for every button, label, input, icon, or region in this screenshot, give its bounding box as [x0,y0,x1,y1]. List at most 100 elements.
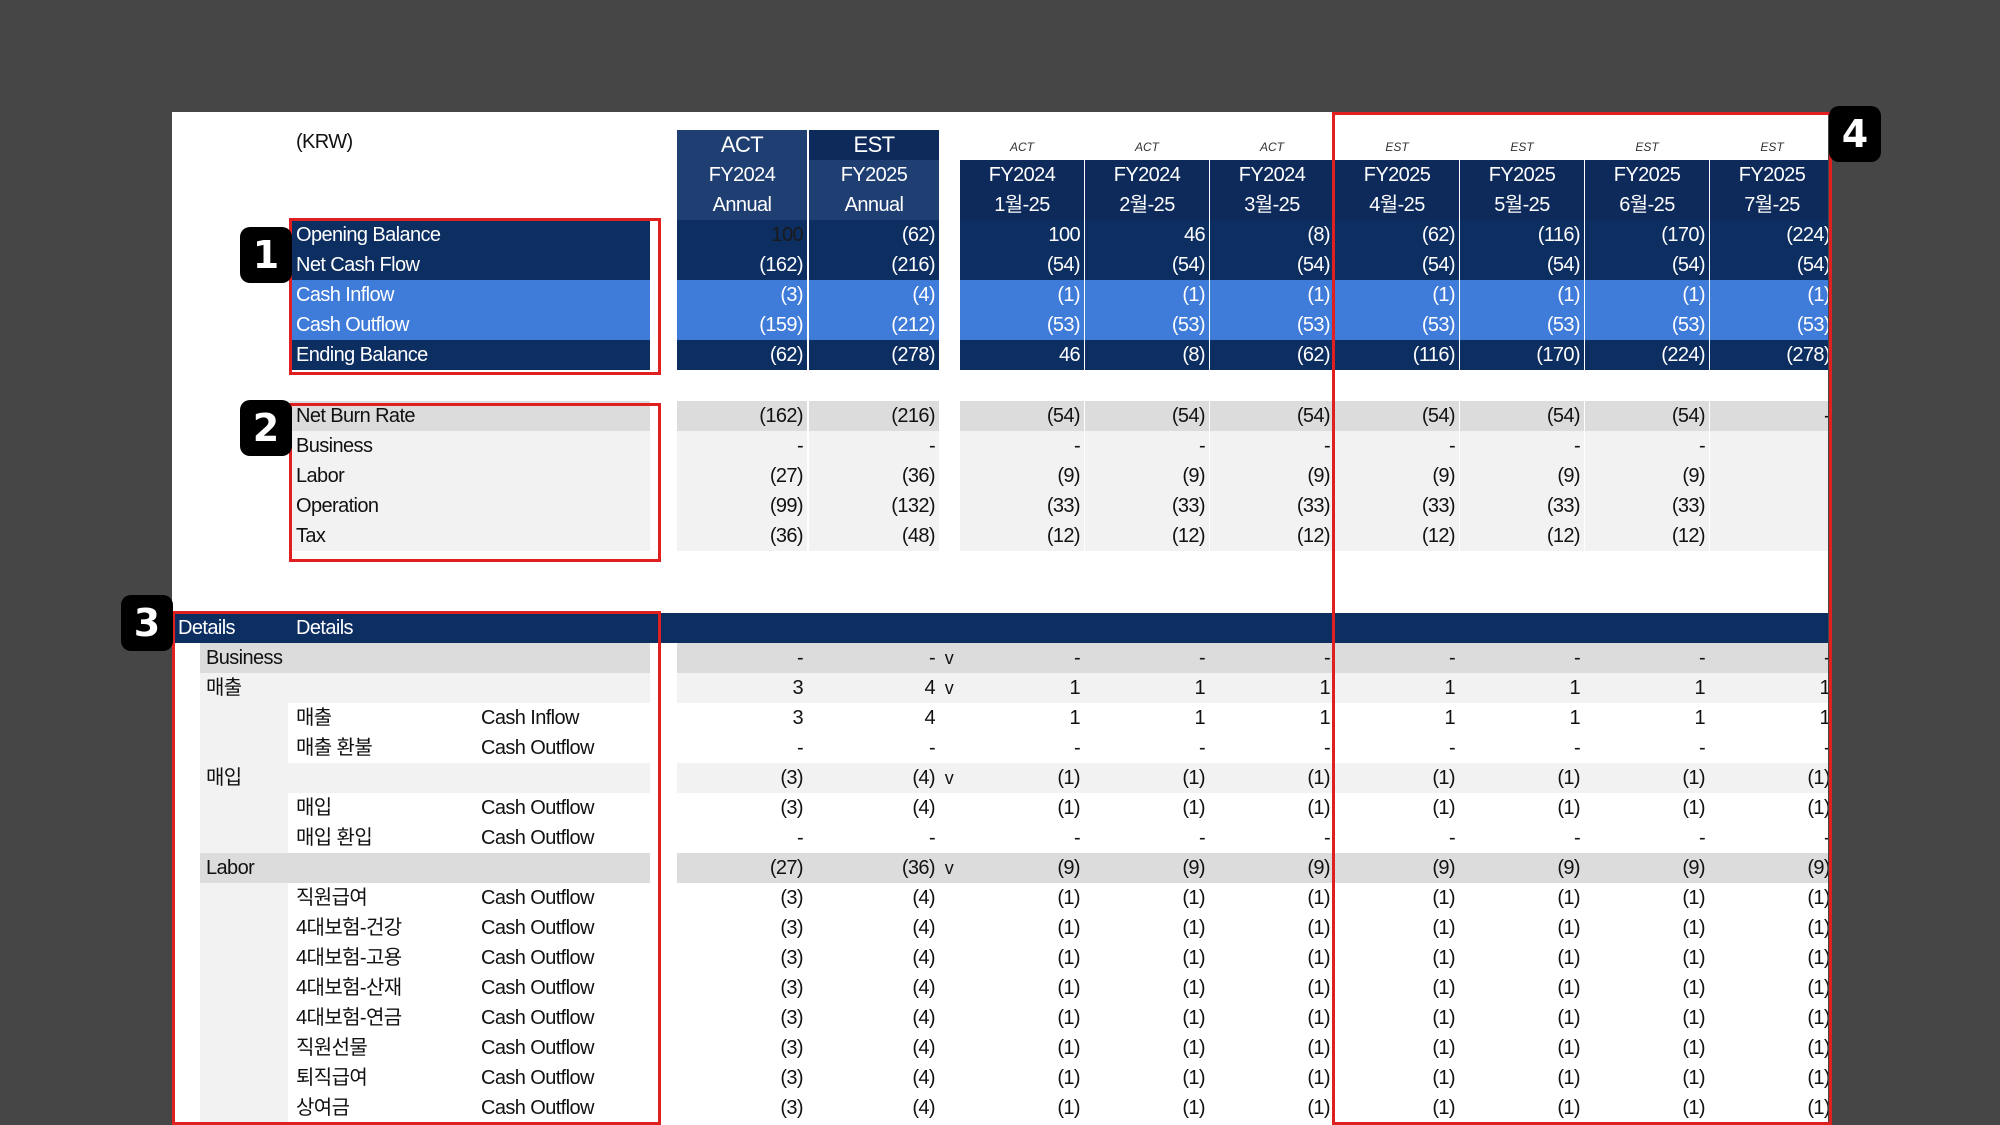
detail-cell[interactable]: (1) [1585,1093,1709,1123]
detail-cell[interactable]: - [1335,823,1459,853]
detail-cell[interactable]: - [1585,823,1709,853]
detail-cell[interactable]: (1) [1710,1033,1828,1063]
detail-group-label[interactable]: Labor [200,853,500,883]
detail-cell[interactable]: - [1085,733,1209,763]
detail-cell[interactable]: - [1085,643,1209,673]
detail-cell[interactable]: (1) [1085,913,1209,943]
balance-cell[interactable]: (4) [809,280,939,310]
detail-cell[interactable]: (1) [1210,1003,1334,1033]
balance-row-label[interactable]: Opening Balance [290,220,650,250]
detail-cell[interactable]: (1) [1085,1093,1209,1123]
burn-cell[interactable]: (33) [1085,491,1209,521]
detail-cell[interactable]: - [1460,823,1584,853]
burn-cell[interactable]: (12) [1335,521,1459,551]
month-header[interactable]: 6월-25 [1585,190,1709,220]
balance-cell[interactable]: (54) [1585,250,1709,280]
burn-cell[interactable]: (9) [1460,461,1584,491]
month-header[interactable]: 1월-25 [960,190,1084,220]
detail-cell[interactable]: (1) [1335,973,1459,1003]
burn-cell[interactable]: (54) [1210,401,1334,431]
balance-cell[interactable]: (8) [1085,340,1209,370]
detail-flow-type[interactable]: Cash Outflow [475,943,650,973]
detail-cell[interactable]: - [1460,643,1584,673]
detail-flow-type[interactable]: Cash Outflow [475,793,650,823]
balance-cell[interactable]: (54) [960,250,1084,280]
detail-cell[interactable]: - [809,823,939,853]
detail-cell[interactable]: (1) [1710,973,1828,1003]
burn-cell[interactable]: (33) [960,491,1084,521]
detail-cell[interactable]: - [1585,643,1709,673]
burn-cell[interactable]: (27) [677,461,807,491]
month-fy-header[interactable]: FY2024 [1085,160,1209,190]
detail-item-label[interactable]: 매입 환입 [290,823,470,853]
detail-cell[interactable]: (1) [1710,1093,1828,1123]
detail-cell[interactable]: (1) [1210,1033,1334,1063]
detail-cell[interactable]: (1) [1460,973,1584,1003]
burn-cell[interactable]: - [1710,401,1828,431]
burn-cell[interactable]: (33) [1210,491,1334,521]
burn-cell[interactable]: (162) [677,401,807,431]
month-header[interactable]: 5월-25 [1460,190,1584,220]
detail-cell[interactable]: (1) [1585,1003,1709,1033]
detail-item-label[interactable]: 상여금 [290,1093,470,1123]
detail-cell[interactable]: (1) [1335,763,1459,793]
detail-cell[interactable]: - [1710,733,1828,763]
detail-cell[interactable]: (1) [960,1033,1084,1063]
month-fy-header[interactable]: FY2025 [1585,160,1709,190]
detail-cell[interactable]: (1) [1335,1033,1459,1063]
balance-cell[interactable]: (116) [1460,220,1584,250]
detail-cell[interactable]: (1) [1710,1063,1828,1093]
detail-flow-type[interactable]: Cash Outflow [475,733,650,763]
detail-cell[interactable]: 1 [1210,703,1334,733]
balance-cell[interactable]: (62) [677,340,807,370]
detail-cell[interactable]: 3 [677,673,807,703]
detail-cell[interactable]: (1) [1335,1063,1459,1093]
detail-cell[interactable]: (1) [960,1093,1084,1123]
detail-cell[interactable]: 1 [1585,673,1709,703]
balance-cell[interactable]: (170) [1585,220,1709,250]
detail-cell[interactable]: (1) [960,943,1084,973]
balance-cell[interactable]: (224) [1710,220,1828,250]
detail-cell[interactable]: (1) [1460,1063,1584,1093]
burn-cell[interactable]: (54) [960,401,1084,431]
burn-cell[interactable]: (54) [1335,401,1459,431]
detail-cell[interactable]: (1) [1335,943,1459,973]
detail-cell[interactable]: 4 [809,673,939,703]
burn-cell[interactable] [1710,521,1828,551]
detail-cell[interactable]: (1) [1460,1003,1584,1033]
detail-cell[interactable]: (3) [677,883,807,913]
balance-cell[interactable]: 100 [677,220,807,250]
balance-cell[interactable]: (1) [1335,280,1459,310]
detail-cell[interactable]: (1) [1210,973,1334,1003]
detail-cell[interactable]: 1 [1085,703,1209,733]
balance-cell[interactable]: (8) [1210,220,1334,250]
detail-cell[interactable]: 1 [1335,703,1459,733]
summary-type-header[interactable]: ACT [677,130,807,160]
balance-cell[interactable]: (278) [1710,340,1828,370]
detail-cell[interactable]: 1 [960,673,1084,703]
check-mark[interactable]: v [940,673,958,703]
burn-cell[interactable]: (9) [1335,461,1459,491]
check-mark[interactable]: v [940,643,958,673]
balance-cell[interactable]: (62) [1210,340,1334,370]
balance-cell[interactable]: (53) [1460,310,1584,340]
balance-cell[interactable]: (162) [677,250,807,280]
detail-cell[interactable]: - [1210,733,1334,763]
detail-cell[interactable]: (1) [1585,1063,1709,1093]
burn-cell[interactable] [1710,461,1828,491]
detail-flow-type[interactable]: Cash Inflow [475,703,650,733]
detail-item-label[interactable]: 매입 [290,793,470,823]
burn-cell[interactable]: (33) [1460,491,1584,521]
burn-cell[interactable] [1710,491,1828,521]
detail-group-label[interactable]: 매입 [200,763,500,793]
burn-cell[interactable]: - [1460,431,1584,461]
detail-cell[interactable]: (1) [1710,1003,1828,1033]
balance-cell[interactable]: (1) [1585,280,1709,310]
balance-cell[interactable]: (54) [1335,250,1459,280]
detail-cell[interactable]: (9) [1710,853,1828,883]
balance-cell[interactable]: (1) [1085,280,1209,310]
check-mark[interactable]: v [940,853,958,883]
detail-cell[interactable]: (4) [809,1093,939,1123]
balance-cell[interactable]: (1) [1710,280,1828,310]
burn-cell[interactable]: - [1585,431,1709,461]
